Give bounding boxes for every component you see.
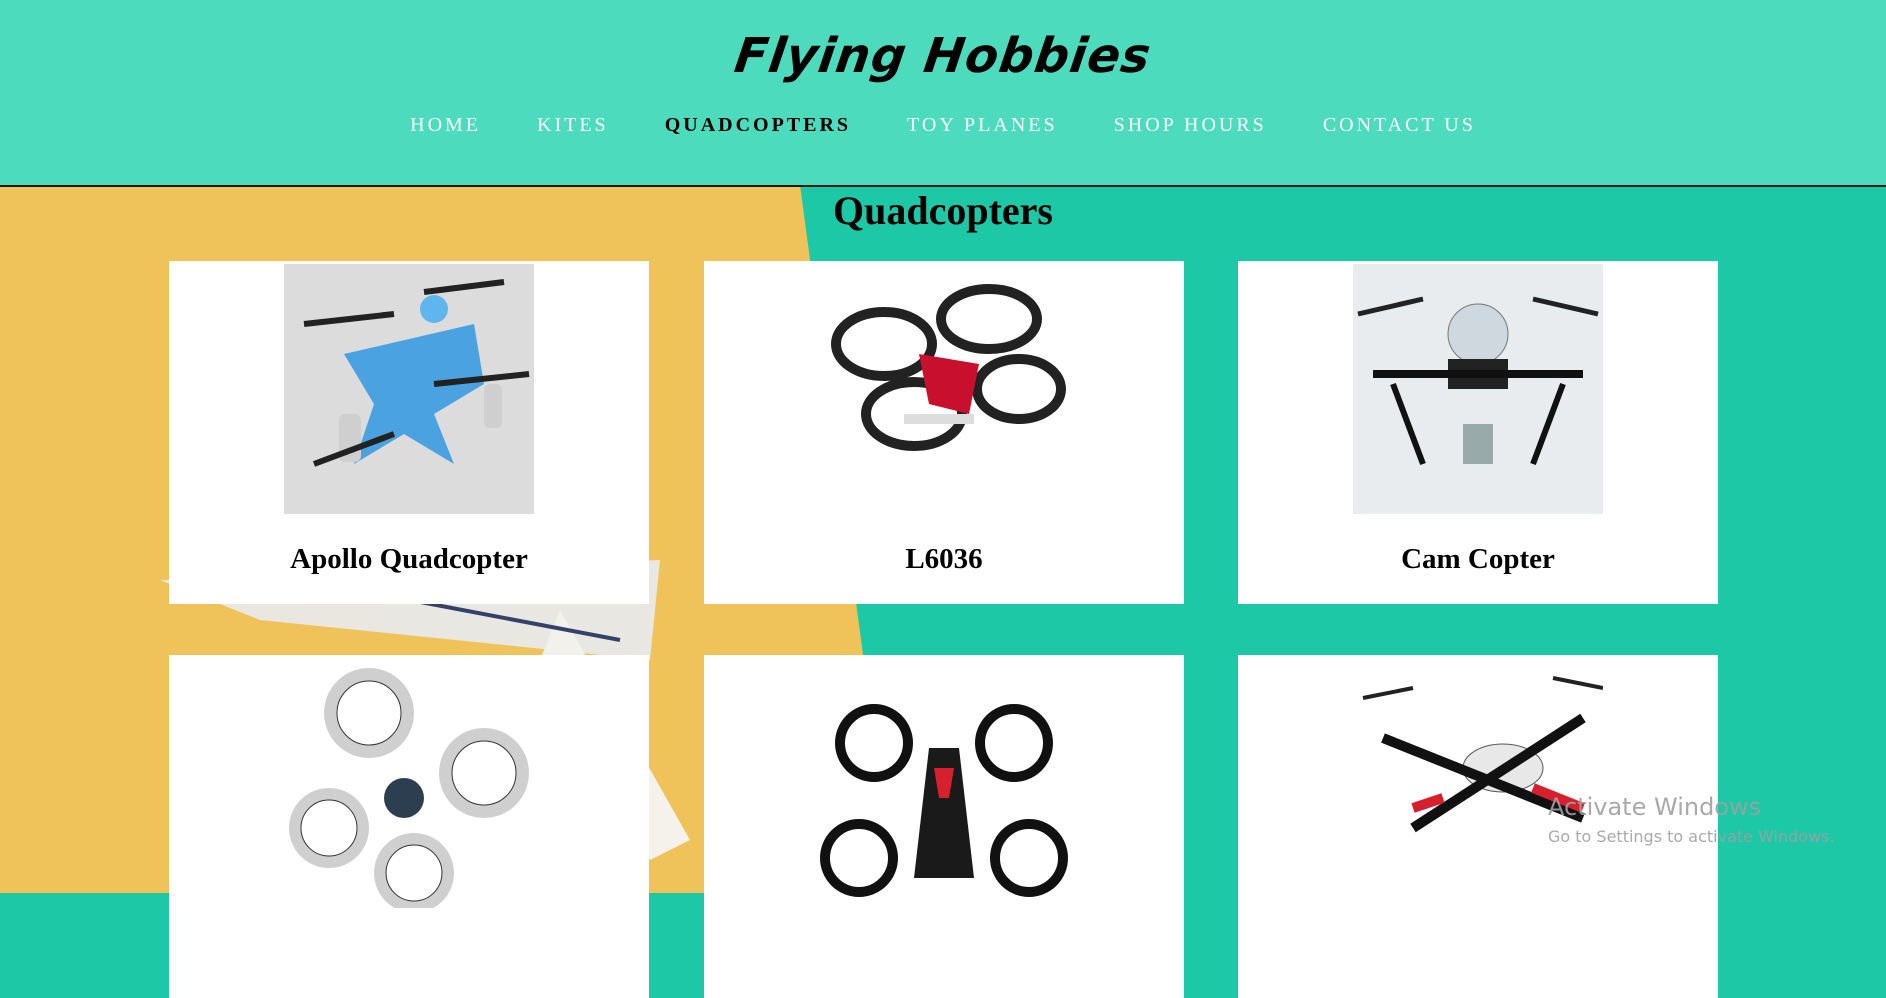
- blue-quadcopter-image: [284, 264, 534, 514]
- nav-home[interactable]: HOME: [410, 114, 481, 137]
- nav-shop-hours[interactable]: SHOP HOURS: [1114, 114, 1267, 137]
- product-card-apollo[interactable]: Apollo Quadcopter: [169, 261, 649, 604]
- nav-quadcopters[interactable]: QUADCOPTERS: [665, 114, 851, 137]
- product-card-4[interactable]: [169, 655, 649, 998]
- black-red-quadcopter-image: [819, 658, 1069, 908]
- product-card-l6036[interactable]: L6036: [704, 261, 1184, 604]
- site-logo[interactable]: Flying Hobbies: [0, 28, 1886, 84]
- white-red-quadcopter-image: [1353, 658, 1603, 908]
- page-title: Quadcopters: [833, 188, 1053, 233]
- nav-contact-us[interactable]: CONTACT US: [1323, 114, 1476, 137]
- product-name[interactable]: L6036: [704, 543, 1184, 576]
- site-header: Flying Hobbies HOME KITES QUADCOPTERS TO…: [0, 0, 1886, 187]
- product-name[interactable]: Apollo Quadcopter: [169, 543, 649, 576]
- product-name[interactable]: Cam Copter: [1238, 543, 1718, 576]
- black-ring-quadcopter-image: [819, 264, 1069, 514]
- product-card-5[interactable]: [704, 655, 1184, 998]
- nav-kites[interactable]: KITES: [537, 114, 609, 137]
- watermark-subtitle: Go to Settings to activate Windows.: [1548, 827, 1835, 846]
- white-ducted-quadcopter-image: [284, 658, 534, 908]
- activate-windows-watermark: Activate Windows Go to Settings to activ…: [1548, 793, 1835, 846]
- watermark-title: Activate Windows: [1548, 793, 1762, 821]
- product-card-cam-copter[interactable]: Cam Copter: [1238, 261, 1718, 604]
- main-nav: HOME KITES QUADCOPTERS TOY PLANES SHOP H…: [0, 114, 1886, 137]
- camera-quadcopter-image: [1353, 264, 1603, 514]
- nav-toy-planes[interactable]: TOY PLANES: [907, 114, 1058, 137]
